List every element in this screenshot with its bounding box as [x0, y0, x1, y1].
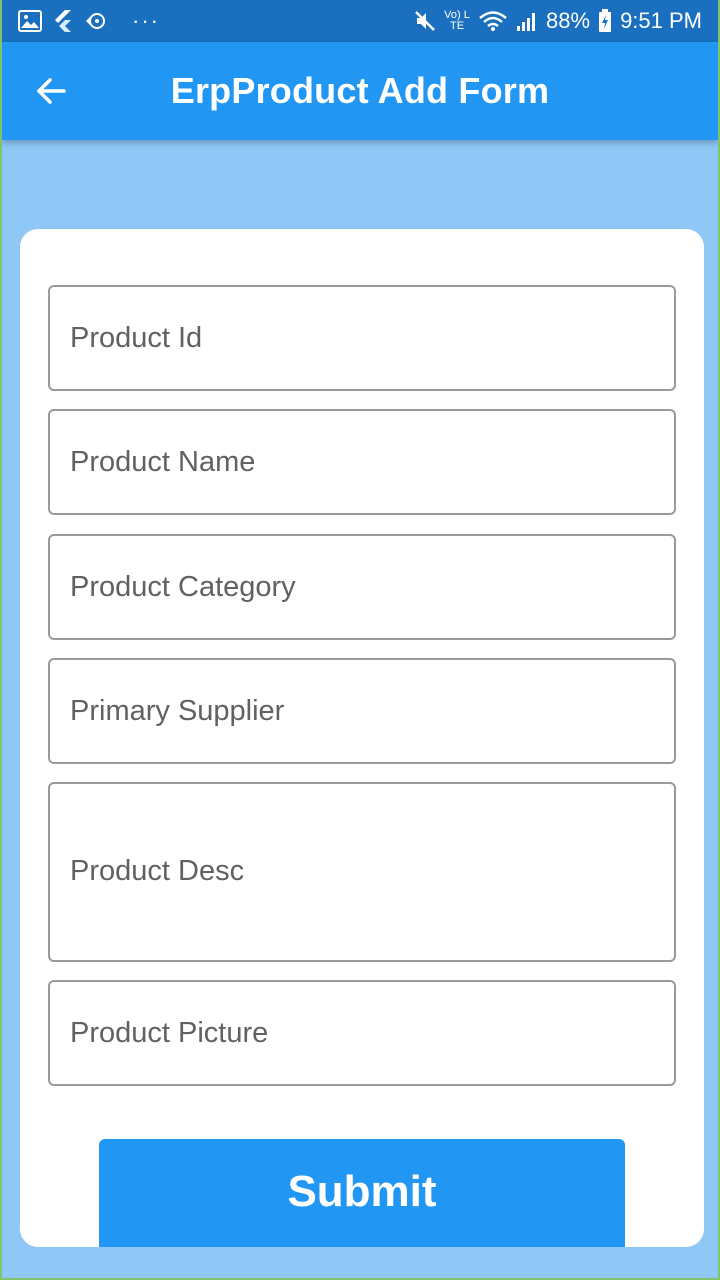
product-desc-field[interactable]: [48, 782, 676, 962]
mute-icon: [414, 9, 436, 33]
product-category-field[interactable]: [48, 534, 676, 640]
product-name-input[interactable]: [50, 411, 674, 513]
product-category-input[interactable]: [50, 536, 674, 638]
status-right-icons: Vo) LTE 88% 9:51 PM: [414, 0, 702, 42]
page-title: ErpProduct Add Form: [170, 70, 550, 111]
signal-icon: [516, 9, 538, 33]
clock: 9:51 PM: [620, 8, 702, 33]
product-id-field[interactable]: [48, 285, 676, 391]
volte-label: Vo) LTE: [444, 9, 470, 32]
screen: ··· Vo) LTE 88% 9:51 PM ErpProduct Add F…: [0, 0, 720, 1280]
product-desc-input[interactable]: [50, 784, 674, 960]
image-icon: [18, 9, 42, 33]
primary-supplier-field[interactable]: [48, 658, 676, 764]
form-card: Submit: [20, 229, 704, 1247]
battery-percent: 88%: [546, 8, 591, 33]
status-left-icons: ···: [18, 0, 160, 42]
more-dots-icon: ···: [132, 8, 160, 33]
app-bar: ErpProduct Add Form: [2, 42, 718, 140]
product-id-input[interactable]: [50, 287, 674, 389]
battery-charging-icon: [598, 9, 612, 33]
status-bar: ··· Vo) LTE 88% 9:51 PM: [2, 0, 718, 42]
sync-icon: [84, 9, 110, 33]
submit-button[interactable]: Submit: [99, 1139, 625, 1247]
flutter-icon: [52, 9, 74, 33]
product-picture-field[interactable]: [48, 980, 676, 1086]
wifi-icon: [478, 9, 508, 33]
product-picture-input[interactable]: [50, 982, 674, 1084]
primary-supplier-input[interactable]: [50, 660, 674, 762]
product-name-field[interactable]: [48, 409, 676, 515]
